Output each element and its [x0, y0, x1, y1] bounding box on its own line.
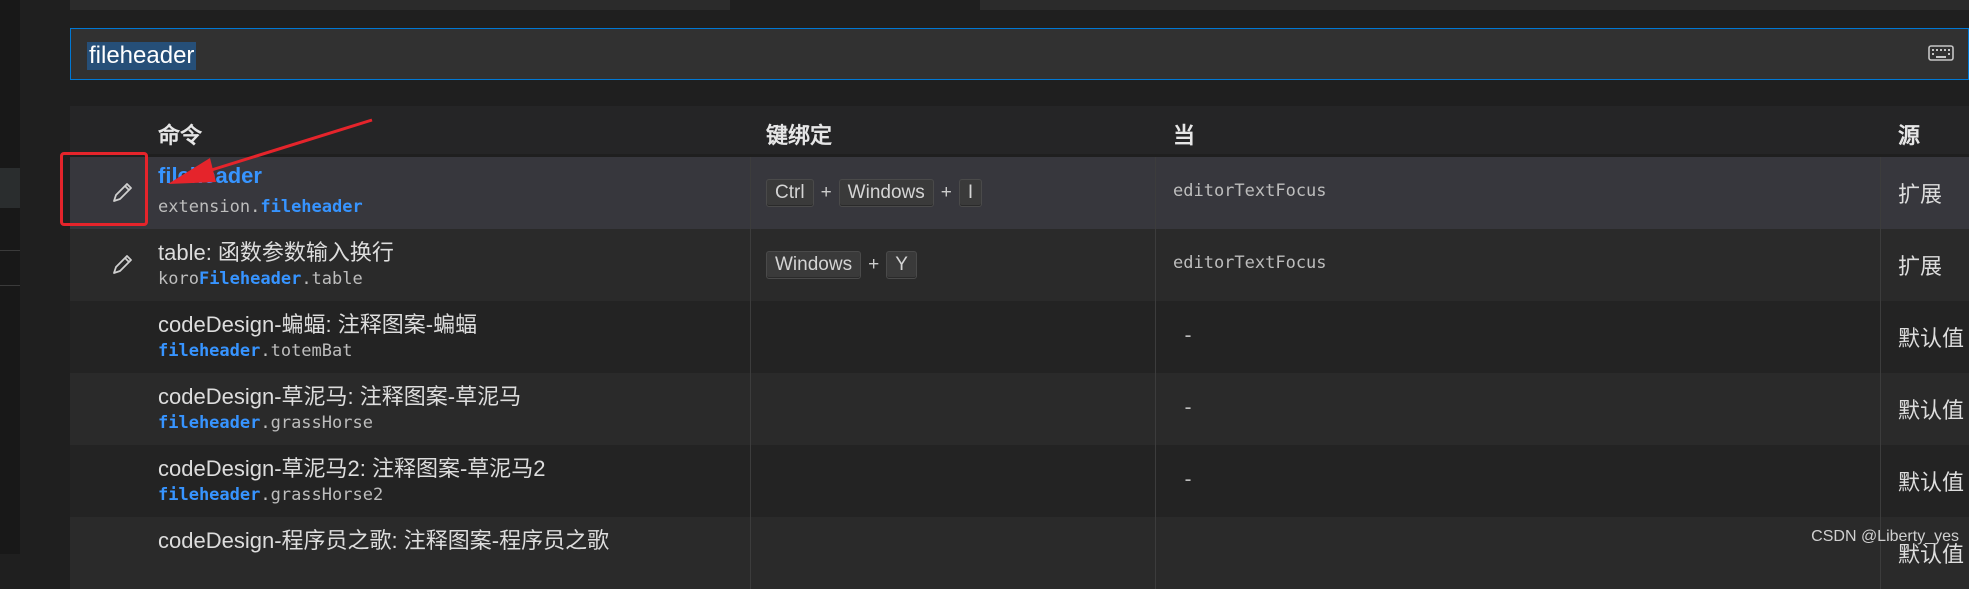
command-title: table: 函数参数输入换行 — [158, 240, 394, 265]
column-separator — [1880, 373, 1881, 445]
column-separator — [1155, 229, 1156, 301]
command-id-suffix: .grassHorse2 — [260, 485, 384, 505]
column-header-keybinding[interactable]: 键绑定 — [766, 118, 832, 150]
command-id-match: fileheader — [158, 413, 261, 433]
command-id: fileheader.totemBat — [158, 341, 352, 361]
command-id-suffix: .totemBat — [260, 341, 353, 361]
table-row[interactable]: codeDesign-草泥马2: 注释图案-草泥马2 fileheader.gra… — [70, 445, 1969, 517]
key-cap: Y — [886, 251, 917, 279]
command-id-suffix: .table — [301, 269, 363, 289]
command-title: codeDesign-程序员之歌: 注释图案-程序员之歌 — [158, 528, 610, 553]
activity-strip — [0, 0, 20, 554]
sidebar-divider — [0, 285, 20, 286]
column-separator — [1880, 445, 1881, 517]
key-cap: Windows — [838, 179, 934, 207]
command-id: fileheader.grassHorse — [158, 413, 373, 433]
column-separator — [1155, 517, 1156, 589]
column-header-when[interactable]: 当 — [1173, 118, 1195, 150]
table-row[interactable]: codeDesign-程序员之歌: 注释图案-程序员之歌 默认值 — [70, 517, 1969, 589]
table-row[interactable]: codeDesign-蝙蝠: 注释图案-蝙蝠 fileheader.totemBa… — [70, 301, 1969, 373]
column-header-source[interactable]: 源 — [1898, 118, 1920, 150]
column-separator — [750, 301, 751, 373]
sidebar-divider — [0, 250, 20, 251]
column-separator — [1155, 157, 1156, 229]
table-row[interactable]: table: 函数参数输入换行 koroFileheader.table Windo… — [70, 229, 1969, 301]
source-label: 默认值 — [1898, 326, 1965, 351]
command-id-prefix: extension. — [158, 197, 261, 217]
source-label: 默认值 — [1898, 470, 1965, 495]
column-separator — [750, 445, 751, 517]
command-id-match: fileheader — [158, 341, 261, 361]
column-separator — [1155, 301, 1156, 373]
when-clause: - — [1182, 467, 1195, 491]
command-title: codeDesign-草泥马: 注释图案-草泥马 — [158, 384, 522, 409]
edit-keybinding-icon[interactable] — [108, 251, 136, 283]
command-id-suffix: .grassHorse — [260, 413, 373, 433]
table-header: 命令 键绑定 当 源 — [70, 106, 1969, 154]
when-clause: - — [1182, 323, 1195, 347]
key-cap: Ctrl — [766, 179, 814, 207]
search-input[interactable]: fileheader — [87, 42, 197, 70]
key-cap: I — [958, 179, 983, 207]
sidebar-selection — [0, 168, 20, 208]
command-id: fileheader.grassHorse2 — [158, 485, 383, 505]
command-id-match: fileheader — [158, 485, 261, 505]
key-separator: + — [820, 182, 832, 203]
column-separator — [750, 373, 751, 445]
command-title: codeDesign-蝙蝠: 注释图案-蝙蝠 — [158, 312, 478, 337]
watermark: CSDN @Liberty_yes — [1811, 528, 1959, 545]
column-separator — [1880, 301, 1881, 373]
table-row[interactable]: codeDesign-草泥马: 注释图案-草泥马 fileheader.grass… — [70, 373, 1969, 445]
column-header-command[interactable]: 命令 — [158, 118, 202, 150]
command-id: extension.fileheader — [158, 197, 363, 217]
column-separator — [1880, 157, 1881, 229]
key-separator: + — [940, 182, 952, 203]
column-separator — [1155, 445, 1156, 517]
when-clause: - — [1182, 395, 1195, 419]
command-id-match: fileheader — [260, 197, 363, 217]
key-cap: Windows — [766, 251, 862, 279]
when-clause: editorTextFocus — [1173, 253, 1327, 273]
annotation-highlight-box — [60, 152, 148, 226]
keybinding[interactable]: Windows + Y — [766, 251, 917, 279]
command-title: fileheader — [158, 163, 262, 188]
when-clause: editorTextFocus — [1173, 181, 1327, 201]
keybinding[interactable]: Ctrl + Windows + I — [766, 179, 983, 207]
editor-tab-area — [980, 0, 1969, 10]
command-id-prefix: koro — [158, 269, 199, 289]
column-separator — [750, 517, 751, 589]
source-label: 扩展 — [1898, 182, 1943, 207]
editor-tab-area — [70, 0, 730, 10]
command-id-match: Fileheader — [198, 269, 302, 289]
column-separator — [1155, 373, 1156, 445]
command-id: koroFileheader.table — [158, 269, 363, 289]
keybindings-search-box[interactable]: fileheader — [70, 28, 1969, 80]
source-label: 默认值 — [1898, 398, 1965, 423]
column-separator — [750, 157, 751, 229]
source-label: 扩展 — [1898, 254, 1943, 279]
table-row[interactable]: fileheader extension.fileheader Ctrl + Windo… — [70, 157, 1969, 229]
column-separator — [750, 229, 751, 301]
keyboard-icon[interactable] — [1928, 43, 1954, 63]
command-title: codeDesign-草泥马2: 注释图案-草泥马2 — [158, 456, 546, 481]
column-separator — [1880, 229, 1881, 301]
key-separator: + — [868, 254, 880, 275]
